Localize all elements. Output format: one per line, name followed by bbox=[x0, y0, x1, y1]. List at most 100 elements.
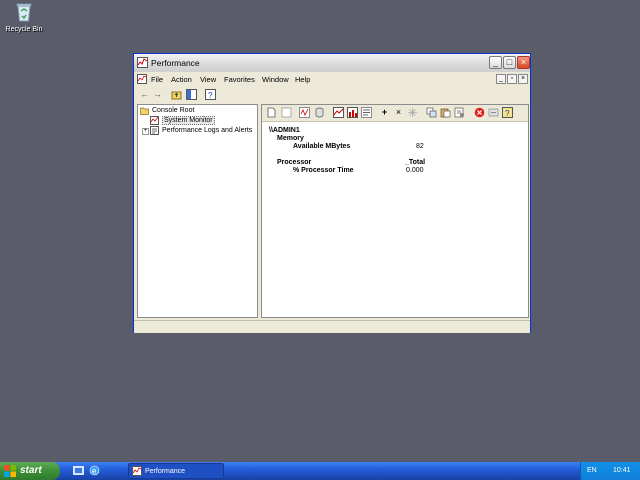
arrow-left-icon: ← bbox=[140, 89, 149, 99]
report-view: \\ADMIN1 Memory Available MBytes 82 Proc… bbox=[262, 122, 528, 317]
view-log-data-button[interactable] bbox=[314, 107, 325, 118]
recycle-bin-label: Recycle Bin bbox=[5, 26, 43, 33]
forward-button[interactable]: → bbox=[152, 89, 163, 100]
status-bar bbox=[134, 320, 530, 333]
minimize-icon: _ bbox=[499, 75, 503, 82]
title-bar[interactable]: Performance _ □ × bbox=[134, 54, 530, 73]
mdi-minimize-button[interactable]: _ bbox=[496, 74, 506, 84]
new-counter-set-button[interactable] bbox=[266, 107, 277, 118]
histogram-icon bbox=[347, 107, 358, 118]
menu-view[interactable]: View bbox=[200, 75, 216, 84]
paste-icon bbox=[440, 108, 451, 118]
help-icon: ? bbox=[502, 107, 513, 118]
svg-text:?: ? bbox=[208, 91, 213, 100]
graph-icon bbox=[333, 107, 344, 118]
counter-name-processor-time: % Processor Time bbox=[293, 167, 354, 174]
minimize-button[interactable]: _ bbox=[489, 56, 502, 69]
taskbar-item-label: Performance bbox=[145, 468, 186, 475]
restore-icon: ▫ bbox=[510, 75, 514, 82]
highlight-button[interactable] bbox=[407, 107, 418, 118]
arrow-right-icon: → bbox=[153, 89, 162, 99]
clock[interactable]: 10:41 bbox=[613, 467, 631, 474]
properties-button[interactable] bbox=[454, 107, 465, 118]
show-desktop-icon[interactable] bbox=[73, 465, 84, 476]
svg-text:e: e bbox=[92, 467, 97, 476]
tree-item-label: Performance Logs and Alerts bbox=[162, 127, 253, 134]
activity-icon bbox=[300, 108, 309, 116]
taskbar-item-performance[interactable]: Performance bbox=[128, 463, 224, 479]
plus-icon: + bbox=[381, 107, 388, 117]
document-icon bbox=[137, 74, 147, 84]
properties-icon bbox=[454, 107, 464, 118]
monitor-help-button[interactable]: ? bbox=[502, 107, 513, 118]
view-report-button[interactable] bbox=[361, 107, 372, 118]
system-monitor-pane: + × ? \\ADMIN1 Memory Available MBytes 8… bbox=[261, 104, 529, 318]
mdi-restore-button[interactable]: ▫ bbox=[507, 74, 517, 84]
up-level-button[interactable] bbox=[171, 89, 182, 100]
cylinder-icon bbox=[315, 107, 324, 118]
highlight-icon bbox=[408, 108, 417, 117]
new-document-icon bbox=[267, 107, 276, 118]
computer-name: \\ADMIN1 bbox=[269, 127, 300, 134]
delete-counter-button[interactable]: × bbox=[393, 107, 404, 118]
performance-app-icon bbox=[137, 57, 148, 68]
close-icon: × bbox=[520, 57, 527, 67]
maximize-icon: □ bbox=[506, 57, 513, 67]
clear-display-button[interactable] bbox=[281, 107, 292, 118]
update-data-button[interactable] bbox=[488, 107, 499, 118]
object-name-memory: Memory bbox=[277, 135, 304, 142]
svg-text:?: ? bbox=[505, 109, 510, 118]
console-tree: Console Root System Monitor + Performanc… bbox=[137, 104, 258, 318]
paste-counter-list-button[interactable] bbox=[440, 107, 451, 118]
internet-explorer-icon[interactable]: e bbox=[89, 465, 100, 476]
start-label: start bbox=[20, 465, 42, 476]
menu-window[interactable]: Window bbox=[262, 75, 289, 84]
window-title: Performance bbox=[151, 58, 200, 68]
report-icon bbox=[363, 109, 370, 116]
language-indicator[interactable]: EN bbox=[587, 467, 597, 474]
counter-value-available-mbytes: 82 bbox=[416, 143, 424, 150]
menu-file[interactable]: File bbox=[151, 75, 163, 84]
object-name-processor: Processor bbox=[277, 159, 312, 166]
view-current-activity-button[interactable] bbox=[299, 107, 310, 118]
chart-icon bbox=[150, 116, 159, 125]
console-toolbar: ← → ? bbox=[134, 87, 258, 102]
clear-icon bbox=[281, 107, 292, 118]
stop-icon bbox=[474, 107, 485, 118]
help-button[interactable]: ? bbox=[205, 89, 216, 100]
counter-name-available-mbytes: Available MBytes bbox=[293, 143, 351, 150]
menu-favorites[interactable]: Favorites bbox=[224, 75, 255, 84]
freeze-display-button[interactable] bbox=[474, 107, 485, 118]
menu-action[interactable]: Action bbox=[171, 75, 192, 84]
counter-value-processor-time: 0.000 bbox=[406, 167, 424, 174]
help-icon: ? bbox=[205, 89, 216, 100]
recycle-bin-icon bbox=[16, 3, 32, 22]
x-icon: × bbox=[395, 107, 402, 117]
menu-help[interactable]: Help bbox=[295, 75, 310, 84]
expand-toggle[interactable]: + bbox=[142, 128, 149, 135]
taskbar: start e Performance EN 10:41 bbox=[0, 462, 640, 480]
mdi-close-button[interactable]: × bbox=[518, 74, 528, 84]
update-icon bbox=[488, 108, 499, 117]
maximize-button[interactable]: □ bbox=[503, 56, 516, 69]
system-monitor-toolbar: + × ? bbox=[262, 105, 528, 122]
show-hide-tree-button[interactable] bbox=[186, 89, 197, 100]
add-counter-button[interactable]: + bbox=[379, 107, 390, 118]
recycle-bin-shortcut[interactable]: Recycle Bin bbox=[4, 2, 44, 33]
menu-bar: File Action View Favorites Window Help _… bbox=[134, 72, 530, 87]
folder-icon bbox=[140, 107, 149, 115]
folder-up-icon bbox=[171, 91, 182, 100]
tree-item-label: System Monitor bbox=[162, 116, 215, 125]
logs-icon bbox=[150, 126, 159, 135]
close-button[interactable]: × bbox=[517, 56, 530, 69]
back-button[interactable]: ← bbox=[139, 89, 150, 100]
instance-name-total: _Total bbox=[405, 159, 426, 166]
tree-pane-icon bbox=[186, 89, 197, 100]
system-tray: EN 10:41 bbox=[580, 462, 640, 480]
minimize-icon: _ bbox=[492, 57, 498, 67]
view-histogram-button[interactable] bbox=[347, 107, 358, 118]
start-button[interactable]: start bbox=[0, 462, 60, 480]
windows-flag-icon bbox=[4, 465, 16, 477]
view-graph-button[interactable] bbox=[333, 107, 344, 118]
copy-properties-button[interactable] bbox=[426, 107, 437, 118]
